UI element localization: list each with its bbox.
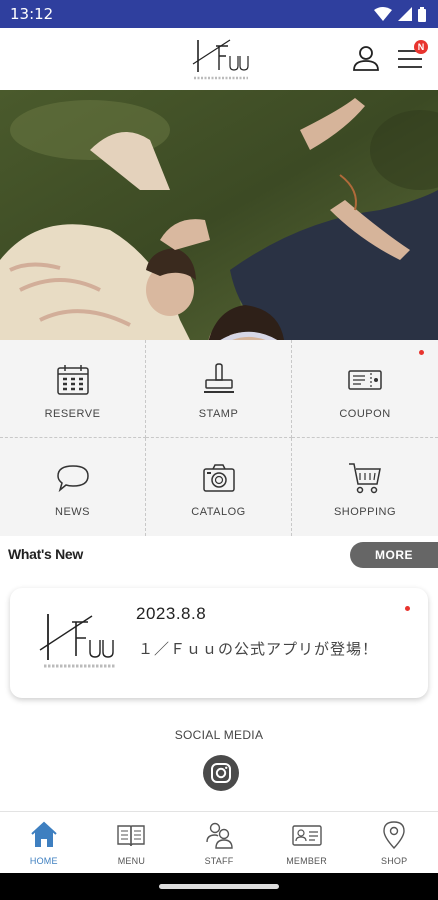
- whats-new-title: What's New: [8, 546, 84, 562]
- news-title: １／Ｆｕｕの公式アプリが登場！: [138, 640, 379, 658]
- staff-icon: [206, 822, 233, 849]
- wifi-icon: [374, 7, 392, 21]
- social-media-label: SOCIAL MEDIA: [174, 728, 264, 742]
- coupon-new-dot: [419, 350, 424, 355]
- camera-icon: [202, 464, 235, 492]
- tab-label: HOME: [29, 856, 58, 866]
- grid-item-news[interactable]: NEWS: [0, 438, 146, 536]
- tab-shop[interactable]: SHOP: [350, 812, 438, 873]
- unread-dot: [405, 606, 410, 611]
- brand-logo: [39, 614, 116, 668]
- feature-grid: RESERVE STAMP COUPON NEWS CATALOG SHOPPI…: [0, 340, 438, 536]
- grid-item-label: STAMP: [198, 408, 239, 420]
- signal-icon: [398, 7, 412, 21]
- more-button[interactable]: MORE: [350, 542, 438, 568]
- bottom-tab-bar: HOME MENU STAFF MEMBER SHOP: [0, 811, 438, 873]
- home-gesture-pill[interactable]: [159, 884, 279, 889]
- user-icon: [353, 46, 379, 71]
- news-card[interactable]: 2023.8.8 １／Ｆｕｕの公式アプリが登場！: [10, 588, 428, 698]
- system-navigation-bar: [0, 873, 438, 900]
- location-pin-icon: [383, 821, 405, 850]
- grid-item-label: RESERVE: [44, 408, 101, 420]
- tab-home[interactable]: HOME: [0, 812, 88, 873]
- status-bar: 13:12: [0, 0, 438, 28]
- grid-item-catalog[interactable]: CATALOG: [146, 438, 292, 536]
- grid-item-shopping[interactable]: SHOPPING: [292, 438, 438, 536]
- grid-item-stamp[interactable]: STAMP: [146, 340, 292, 438]
- instagram-button[interactable]: [203, 755, 239, 791]
- whats-new-header: What's New MORE: [0, 536, 438, 576]
- tab-staff[interactable]: STAFF: [175, 812, 263, 873]
- tab-label: SHOP: [381, 856, 408, 866]
- book-icon: [117, 825, 146, 847]
- battery-icon: [418, 6, 426, 22]
- member-card-icon: [291, 825, 322, 846]
- account-button[interactable]: [350, 42, 382, 74]
- cart-icon: [349, 463, 381, 494]
- brand-logo: [192, 39, 249, 80]
- instagram-icon: [211, 763, 231, 783]
- home-icon: [31, 821, 57, 847]
- status-icons: [374, 6, 426, 22]
- grid-item-label: NEWS: [55, 506, 90, 518]
- grid-item-label: CATALOG: [191, 506, 246, 518]
- coupon-icon: [348, 370, 382, 390]
- hero-image: [0, 90, 438, 340]
- tab-label: MENU: [117, 856, 146, 866]
- grid-item-label: COUPON: [339, 408, 391, 420]
- notification-badge: N: [414, 40, 428, 54]
- menu-button[interactable]: N: [394, 40, 428, 74]
- grid-item-coupon[interactable]: COUPON: [292, 340, 438, 438]
- tab-label: STAFF: [204, 856, 234, 866]
- grid-item-reserve[interactable]: RESERVE: [0, 340, 146, 438]
- status-time: 13:12: [10, 5, 54, 23]
- tab-menu[interactable]: MENU: [88, 812, 176, 873]
- news-date: 2023.8.8: [136, 604, 207, 623]
- speech-bubble-icon: [56, 465, 89, 493]
- calendar-icon: [56, 365, 89, 395]
- grid-item-label: SHOPPING: [333, 506, 397, 518]
- app-header: N: [0, 28, 438, 90]
- tab-label: MEMBER: [286, 856, 327, 866]
- stamp-icon: [203, 363, 234, 393]
- tab-member[interactable]: MEMBER: [263, 812, 351, 873]
